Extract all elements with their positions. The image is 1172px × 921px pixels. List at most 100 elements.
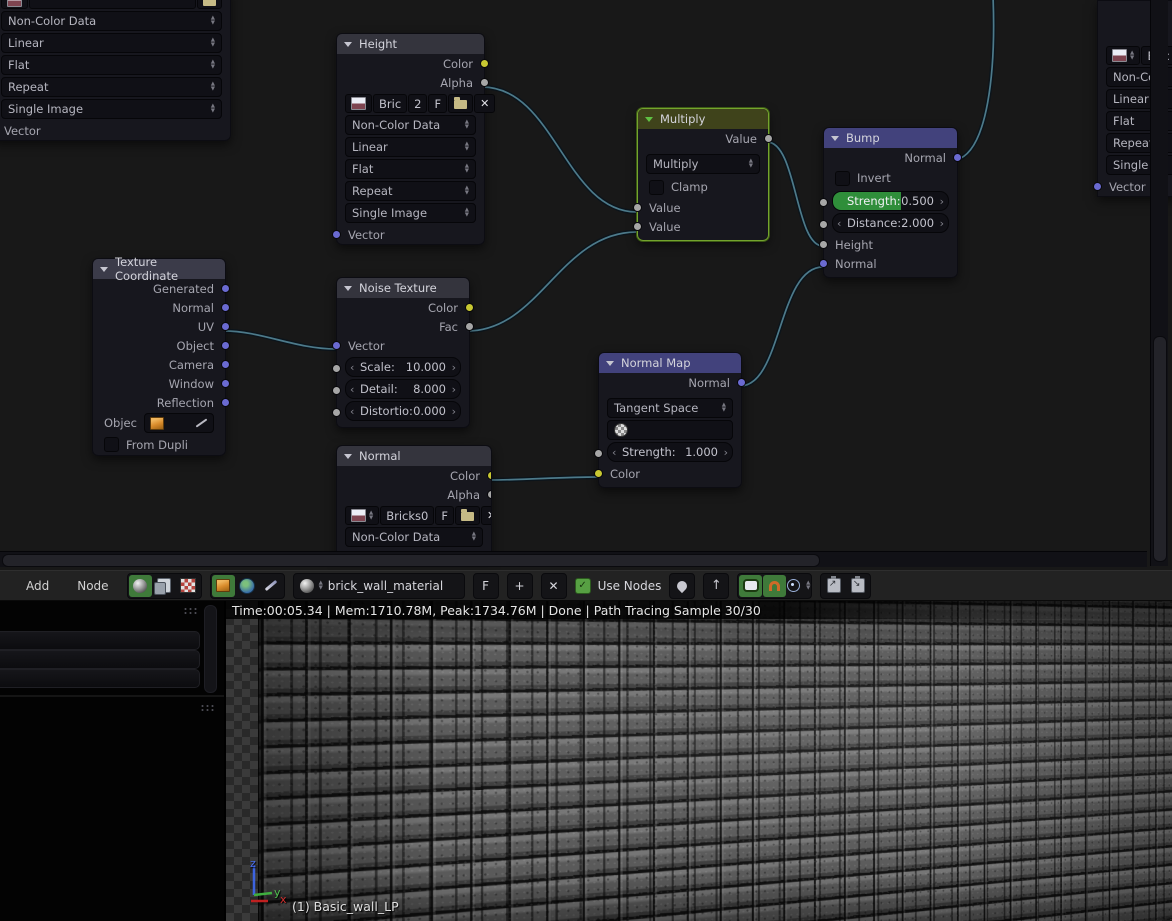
value1-input-socket[interactable] bbox=[633, 203, 642, 212]
normal-input-socket[interactable] bbox=[819, 259, 828, 268]
node-image-texture-left-partial[interactable]: Non-Color Data Linear Flat Repeat Single… bbox=[0, 0, 231, 141]
reflection-output-socket[interactable] bbox=[221, 398, 230, 407]
node-noise-texture[interactable]: Noise Texture Color Fac Vector Scale: 10.… bbox=[332, 277, 474, 428]
node-height-image-texture[interactable]: Height Color Alpha Bric 2 F ✕ Non-Color … bbox=[332, 33, 496, 245]
viewport-render[interactable]: Time:00:05.34 | Mem:1710.78M, Peak:1734.… bbox=[226, 601, 1172, 921]
vector-input-socket[interactable] bbox=[332, 341, 341, 350]
unlink-image-button[interactable]: ✕ bbox=[480, 506, 491, 525]
open-image-button[interactable] bbox=[454, 506, 480, 525]
interpolation-select[interactable]: Linear bbox=[345, 137, 476, 157]
source-select[interactable]: Single Image bbox=[345, 203, 476, 223]
image-name-field[interactable] bbox=[29, 0, 196, 9]
from-dupli-checkbox[interactable] bbox=[104, 437, 119, 452]
checkbox-checked-icon[interactable]: ✓ bbox=[574, 577, 591, 594]
vector-input-socket[interactable] bbox=[1093, 182, 1102, 191]
unlink-image-button[interactable]: ✕ bbox=[474, 94, 496, 113]
camera-output-socket[interactable] bbox=[221, 360, 230, 369]
node-header[interactable]: Multiply bbox=[638, 109, 768, 129]
detail-input-socket[interactable] bbox=[332, 386, 341, 395]
image-browse-button[interactable] bbox=[345, 506, 380, 525]
unlink-material-button[interactable]: ✕ bbox=[540, 572, 567, 599]
node-header[interactable]: Texture Coordinate bbox=[93, 255, 225, 283]
normal-output-socket[interactable] bbox=[221, 303, 230, 312]
material-name[interactable]: brick_wall_material bbox=[328, 579, 443, 593]
extension-select[interactable]: Repeat bbox=[345, 181, 476, 201]
node-texture-coordinate[interactable]: Texture Coordinate Generated Normal UV O… bbox=[92, 255, 230, 456]
go-to-parent-button[interactable]: ↑ bbox=[703, 572, 730, 599]
fake-user-button[interactable]: F bbox=[428, 94, 448, 113]
shader-nodes-button[interactable] bbox=[128, 574, 152, 597]
distortion-slider[interactable]: Distortio:0.000 bbox=[345, 401, 461, 421]
space-select[interactable]: Tangent Space bbox=[607, 398, 733, 418]
collapse-triangle-icon[interactable] bbox=[831, 135, 839, 141]
alpha-output-socket[interactable] bbox=[480, 78, 489, 87]
scale-input-socket[interactable] bbox=[332, 364, 341, 373]
color-output-socket[interactable] bbox=[487, 471, 491, 480]
projection-select[interactable]: Flat bbox=[345, 159, 476, 179]
extension-select[interactable]: Repeat bbox=[1, 77, 222, 97]
image-icon[interactable] bbox=[1, 0, 28, 9]
collapse-triangle-icon[interactable] bbox=[344, 453, 352, 459]
collapse-triangle-icon[interactable] bbox=[344, 285, 352, 291]
snap-target-button[interactable] bbox=[787, 575, 810, 597]
snap-magnet-button[interactable] bbox=[763, 574, 787, 597]
new-material-button[interactable]: + bbox=[506, 572, 533, 599]
collapse-triangle-icon[interactable] bbox=[606, 360, 614, 366]
vertical-scrollbar-thumb[interactable] bbox=[1153, 336, 1167, 562]
panel-scrollbar[interactable] bbox=[204, 605, 217, 693]
normal-output-socket[interactable] bbox=[737, 378, 746, 387]
node-header[interactable]: Normal Map bbox=[599, 353, 741, 373]
use-nodes-toggle[interactable]: ✓ Use Nodes bbox=[574, 577, 661, 594]
projection-select[interactable]: Flat bbox=[1, 55, 222, 75]
distortion-input-socket[interactable] bbox=[332, 408, 341, 417]
compositing-nodes-button[interactable] bbox=[153, 575, 176, 597]
collapse-triangle-icon[interactable] bbox=[645, 116, 653, 122]
node-header[interactable]: Bump bbox=[824, 128, 957, 148]
eyedropper-icon[interactable] bbox=[195, 418, 208, 428]
node-math-multiply[interactable]: Multiply Value Multiply Clamp Value Valu… bbox=[633, 108, 773, 241]
window-output-socket[interactable] bbox=[221, 379, 230, 388]
linestyle-context-button[interactable] bbox=[260, 575, 283, 597]
strength-slider[interactable]: Strength: 1.000 bbox=[607, 442, 733, 462]
detail-slider[interactable]: Detail: 8.000 bbox=[345, 379, 461, 399]
open-image-button[interactable] bbox=[197, 0, 222, 9]
texture-nodes-button[interactable] bbox=[177, 575, 200, 597]
height-input-socket[interactable] bbox=[819, 240, 828, 249]
object-context-button[interactable] bbox=[211, 574, 235, 597]
image-name-field[interactable]: Bricks0 bbox=[380, 506, 435, 525]
panel-row[interactable] bbox=[0, 669, 200, 688]
color-space-select[interactable]: Non-Color Data bbox=[345, 527, 483, 547]
node-header[interactable]: Noise Texture bbox=[337, 278, 469, 298]
normal-output-socket[interactable] bbox=[953, 153, 962, 162]
object-output-socket[interactable] bbox=[221, 341, 230, 350]
distance-slider[interactable]: Distance:2.000 bbox=[832, 213, 949, 233]
menu-node[interactable]: Node bbox=[67, 579, 118, 593]
strength-slider[interactable]: Strength:0.500 bbox=[832, 191, 949, 211]
strength-input-socket[interactable] bbox=[819, 198, 828, 207]
color-space-select[interactable]: Non-Color Data bbox=[1, 11, 222, 31]
color-output-socket[interactable] bbox=[480, 59, 489, 68]
fake-user-button[interactable]: F bbox=[472, 572, 499, 599]
vector-input-socket[interactable] bbox=[332, 230, 341, 239]
horizontal-scrollbar[interactable] bbox=[0, 551, 1147, 567]
uv-output-socket[interactable] bbox=[221, 322, 230, 331]
operation-select[interactable]: Multiply bbox=[646, 154, 760, 174]
menu-add[interactable]: Add bbox=[16, 579, 59, 593]
node-normal-image-texture[interactable]: Normal Color Alpha Bricks0 F ✕ Non-Color… bbox=[336, 445, 492, 557]
open-image-button[interactable] bbox=[448, 94, 474, 113]
copy-nodes-button[interactable]: ↗ bbox=[822, 575, 845, 597]
world-context-button[interactable] bbox=[236, 575, 259, 597]
paste-nodes-button[interactable]: ↘ bbox=[846, 575, 869, 597]
vertical-scrollbar[interactable] bbox=[1150, 0, 1168, 566]
node-bump[interactable]: Bump Normal Invert Strength:0.500 Distan… bbox=[819, 127, 962, 278]
image-datablock-row[interactable]: Bric 2 F ✕ bbox=[345, 94, 496, 113]
strength-input-socket[interactable] bbox=[594, 449, 603, 458]
image-browse-button[interactable] bbox=[1106, 46, 1141, 65]
panel-grip-icon[interactable] bbox=[183, 607, 199, 615]
generated-output-socket[interactable] bbox=[221, 284, 230, 293]
material-selector[interactable]: brick_wall_material bbox=[292, 572, 465, 599]
source-select[interactable]: Single Image bbox=[1, 99, 222, 119]
fake-user-button[interactable]: F bbox=[435, 506, 454, 525]
image-browse-button[interactable] bbox=[345, 94, 372, 113]
node-header[interactable]: Normal bbox=[337, 446, 491, 466]
